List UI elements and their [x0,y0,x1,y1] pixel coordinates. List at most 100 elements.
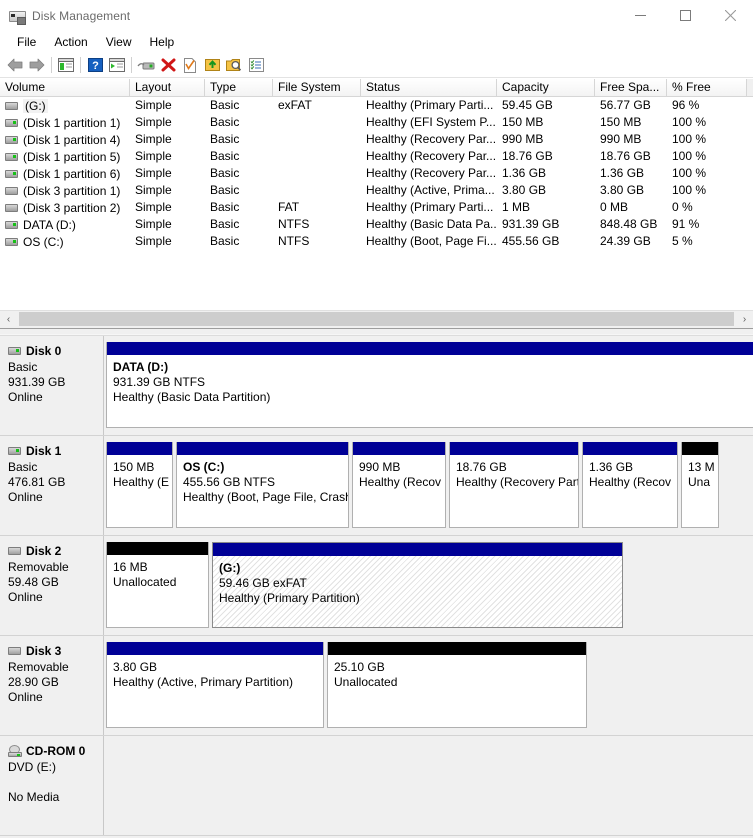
cell-layout: Simple [135,115,172,129]
partition-size: 931.39 GB NTFS [113,375,206,389]
table-row[interactable]: (G:) Simple Basic exFAT Healthy (Primary Par… [0,97,753,114]
partition-disk1-unallocated[interactable]: 13 M Una [681,442,719,528]
scroll-left-button[interactable]: ‹ [0,311,17,328]
volume-label: (Disk 1 partition 1) [23,115,121,130]
cdrom-info-panel[interactable]: CD-ROM 0 DVD (E:) No Media [0,736,104,835]
table-row[interactable]: (Disk 1 partition 5) Simple Basic Healthy (… [0,148,753,165]
volume-cell[interactable]: DATA (D:) [0,218,130,232]
volume-cell[interactable]: (Disk 1 partition 1) [0,116,130,130]
scroll-track[interactable] [17,311,736,328]
column-header-free-spa[interactable]: Free Spa... [595,79,667,96]
partition-disk3-unallocated[interactable]: 25.10 GB Unallocated [327,642,587,728]
cell-capacity: 150 MB [502,115,544,129]
cell-free: 24.39 GB [600,234,651,248]
back-icon[interactable] [4,54,26,76]
minimize-button[interactable] [618,0,663,31]
column-header-volume[interactable]: Volume [0,79,130,96]
volume-cell[interactable]: (Disk 3 partition 2) [0,201,130,215]
partition-disk3-active[interactable]: 3.80 GB Healthy (Active, Primary Partitio… [106,642,324,728]
volume-cell[interactable]: (G:) [0,98,130,113]
volume-cell[interactable]: (Disk 3 partition 1) [0,184,130,198]
partition-disk1-efi[interactable]: 150 MB Healthy (E [106,442,173,528]
volume-icon [5,152,18,161]
menu-file[interactable]: File [8,32,45,52]
toolbar-separator-1 [51,57,52,73]
table-row[interactable]: (Disk 3 partition 1) Simple Basic Healthy (… [0,182,753,199]
partition-size: 18.76 GB [456,460,507,474]
scroll-thumb[interactable] [19,312,734,326]
menu-help[interactable]: Help [141,32,184,52]
disk-partitions: 150 MB Healthy (E OS (C:) 455.56 GB NTFS Hea… [104,436,753,535]
volume-cell[interactable]: OS (C:) [0,235,130,249]
cell-status: Healthy (Primary Parti... [366,98,494,112]
disk-row-disk-0: Disk 0 Basic 931.39 GB Online DATA (D:) 931.3… [0,336,753,436]
close-button[interactable] [708,0,753,31]
delete-icon[interactable] [157,54,179,76]
volume-label: (Disk 1 partition 6) [23,166,121,181]
show-action-pane-icon[interactable] [106,54,128,76]
volume-icon [5,237,18,246]
cell-type: Basic [210,200,240,214]
export-list-icon[interactable] [201,54,223,76]
column-header-type[interactable]: Type [205,79,273,96]
forward-icon[interactable] [26,54,48,76]
disk-info-panel[interactable]: Disk 3 Removable 28.90 GB Online [0,636,104,735]
disk-info-panel[interactable]: Disk 2 Removable 59.48 GB Online [0,536,104,635]
cell-layout: Simple [135,183,172,197]
partition-size: 150 MB [113,460,155,474]
volume-icon [5,169,18,178]
cell-pct: 100 % [672,183,707,197]
table-row[interactable]: (Disk 1 partition 6) Simple Basic Healthy (… [0,165,753,182]
show-console-tree-icon[interactable] [55,54,77,76]
partition-g[interactable]: (G:) 59.46 GB exFAT Healthy (Primary Parti… [212,542,623,628]
cell-layout: Simple [135,132,172,146]
partition-size: 25.10 GB [334,660,385,674]
help-icon[interactable]: ? [84,54,106,76]
menu-view[interactable]: View [97,32,141,52]
volume-cell[interactable]: (Disk 1 partition 4) [0,133,130,147]
table-row[interactable]: (Disk 1 partition 1) Simple Basic Healthy (… [0,114,753,131]
partition-row: 16 MB Unallocated (G:) 59.46 GB exFAT Health… [106,542,753,628]
scroll-right-button[interactable]: › [736,311,753,328]
cell-filesystem: exFAT [278,98,312,112]
column-header-layout[interactable]: Layout [130,79,205,96]
table-row[interactable]: DATA (D:) Simple Basic NTFS Healthy (Basic D… [0,216,753,233]
list-view-icon[interactable] [245,54,267,76]
column-header-file-system[interactable]: File System [273,79,361,96]
volume-cell[interactable]: (Disk 1 partition 5) [0,150,130,164]
properties-icon[interactable] [179,54,201,76]
volume-icon [5,118,18,127]
partition-data-d[interactable]: DATA (D:) 931.39 GB NTFS Healthy (Basic Da… [106,342,753,428]
column-header--free[interactable]: % Free [667,79,747,96]
partition-disk1-recovery-1[interactable]: 990 MB Healthy (Recov [352,442,446,528]
disk-info-panel[interactable]: Disk 1 Basic 476.81 GB Online [0,436,104,535]
rescan-disks-icon[interactable] [135,54,157,76]
disk-graphical-pane: Disk 0 Basic 931.39 GB Online DATA (D:) 931.3… [0,335,753,838]
volume-list-hscrollbar[interactable]: ‹ › [0,310,753,328]
partition-os-c[interactable]: OS (C:) 455.56 GB NTFS Healthy (Boot, Page… [176,442,349,528]
cell-status: Healthy (Boot, Page Fi... [366,234,497,248]
cell-status: Healthy (Active, Prima... [366,183,495,197]
disk-info-panel[interactable]: Disk 0 Basic 931.39 GB Online [0,336,104,435]
maximize-button[interactable] [663,0,708,31]
search-icon[interactable] [223,54,245,76]
volume-cell[interactable]: (Disk 1 partition 6) [0,167,130,181]
disk-size: 476.81 GB [8,475,66,489]
table-row[interactable]: (Disk 3 partition 2) Simple Basic FAT Health… [0,199,753,216]
table-row[interactable]: (Disk 1 partition 4) Simple Basic Healthy (… [0,131,753,148]
column-header-status[interactable]: Status [361,79,497,96]
disk-row-disk-2: Disk 2 Removable 59.48 GB Online 16 MB Unallo… [0,536,753,636]
column-header-capacity[interactable]: Capacity [497,79,595,96]
table-row[interactable]: OS (C:) Simple Basic NTFS Healthy (Boot, Pag… [0,233,753,250]
partition-disk2-unallocated[interactable]: 16 MB Unallocated [106,542,209,628]
menu-action[interactable]: Action [45,32,96,52]
cdrom-status: No Media [8,790,60,804]
cell-layout: Simple [135,149,172,163]
cell-free: 3.80 GB [600,183,645,197]
pane-splitter[interactable] [0,328,753,335]
partition-disk1-recovery-2[interactable]: 18.76 GB Healthy (Recovery Part [449,442,579,528]
partition-disk1-recovery-3[interactable]: 1.36 GB Healthy (Recov [582,442,678,528]
disk-partitions: 16 MB Unallocated (G:) 59.46 GB exFAT Health… [104,536,753,635]
disk-row-disk-1: Disk 1 Basic 476.81 GB Online 150 MB Healthy … [0,436,753,536]
window-title: Disk Management [32,8,131,23]
